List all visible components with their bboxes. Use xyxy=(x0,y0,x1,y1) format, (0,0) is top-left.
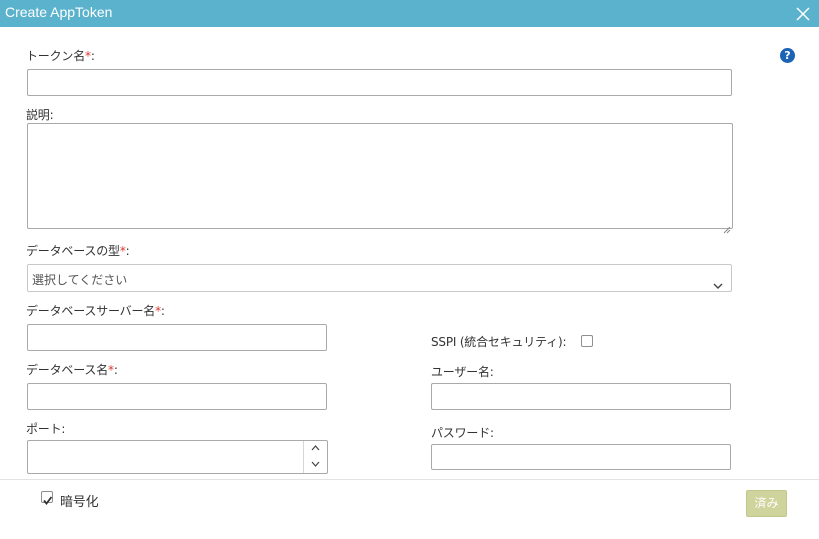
password-input[interactable] xyxy=(431,444,731,470)
label-colon: : xyxy=(113,363,118,377)
dialog-titlebar: Create AppToken xyxy=(0,0,819,27)
footer-divider xyxy=(0,479,819,480)
encryption-checkbox[interactable] xyxy=(41,491,53,505)
description-textarea[interactable] xyxy=(27,123,733,229)
username-input[interactable] xyxy=(431,383,731,410)
spin-up-icon[interactable] xyxy=(304,441,328,457)
description-wrapper xyxy=(27,123,733,234)
token-name-label-text: トークン名 xyxy=(26,49,86,63)
description-label: 説明: xyxy=(26,108,54,122)
save-button[interactable]: 済み xyxy=(746,490,787,517)
port-spinner xyxy=(303,441,327,473)
database-type-select[interactable]: 選択してください xyxy=(27,264,732,292)
label-colon: : xyxy=(160,304,165,318)
token-name-input[interactable] xyxy=(27,69,732,96)
spin-down-icon[interactable] xyxy=(304,457,328,473)
username-label: ユーザー名: xyxy=(431,365,494,379)
database-type-label: データベースの型*: xyxy=(26,242,130,259)
resize-grip-icon[interactable] xyxy=(723,219,731,234)
password-label: パスワード: xyxy=(431,426,494,440)
help-icon[interactable]: ? xyxy=(780,48,795,63)
sspi-label: SSPI (統合セキュリティ): xyxy=(431,335,567,349)
chevron-down-icon xyxy=(713,275,723,289)
database-name-label: データベース名*: xyxy=(26,361,118,378)
encryption-label: 暗号化 xyxy=(60,495,99,510)
database-type-selected: 選択してください xyxy=(32,273,128,287)
checkmark-icon xyxy=(42,491,53,510)
database-name-label-text: データベース名 xyxy=(26,363,109,377)
database-type-label-text: データベースの型 xyxy=(26,244,120,258)
create-apptoken-dialog: Create AppToken ? トークン名*: 説明: データベースの型*:… xyxy=(0,0,819,539)
database-name-input[interactable] xyxy=(27,383,327,410)
close-icon[interactable] xyxy=(796,6,810,21)
server-name-label-text: データベースサーバー名 xyxy=(26,304,156,318)
label-colon: : xyxy=(90,49,95,63)
dialog-title: Create AppToken xyxy=(5,4,113,20)
server-name-label: データベースサーバー名*: xyxy=(26,302,165,319)
label-colon: : xyxy=(125,244,130,258)
sspi-checkbox[interactable] xyxy=(581,335,593,347)
token-name-label: トークン名*: xyxy=(26,47,95,64)
port-input[interactable] xyxy=(27,440,328,474)
port-label: ポート: xyxy=(26,422,66,436)
server-name-input[interactable] xyxy=(27,324,327,351)
